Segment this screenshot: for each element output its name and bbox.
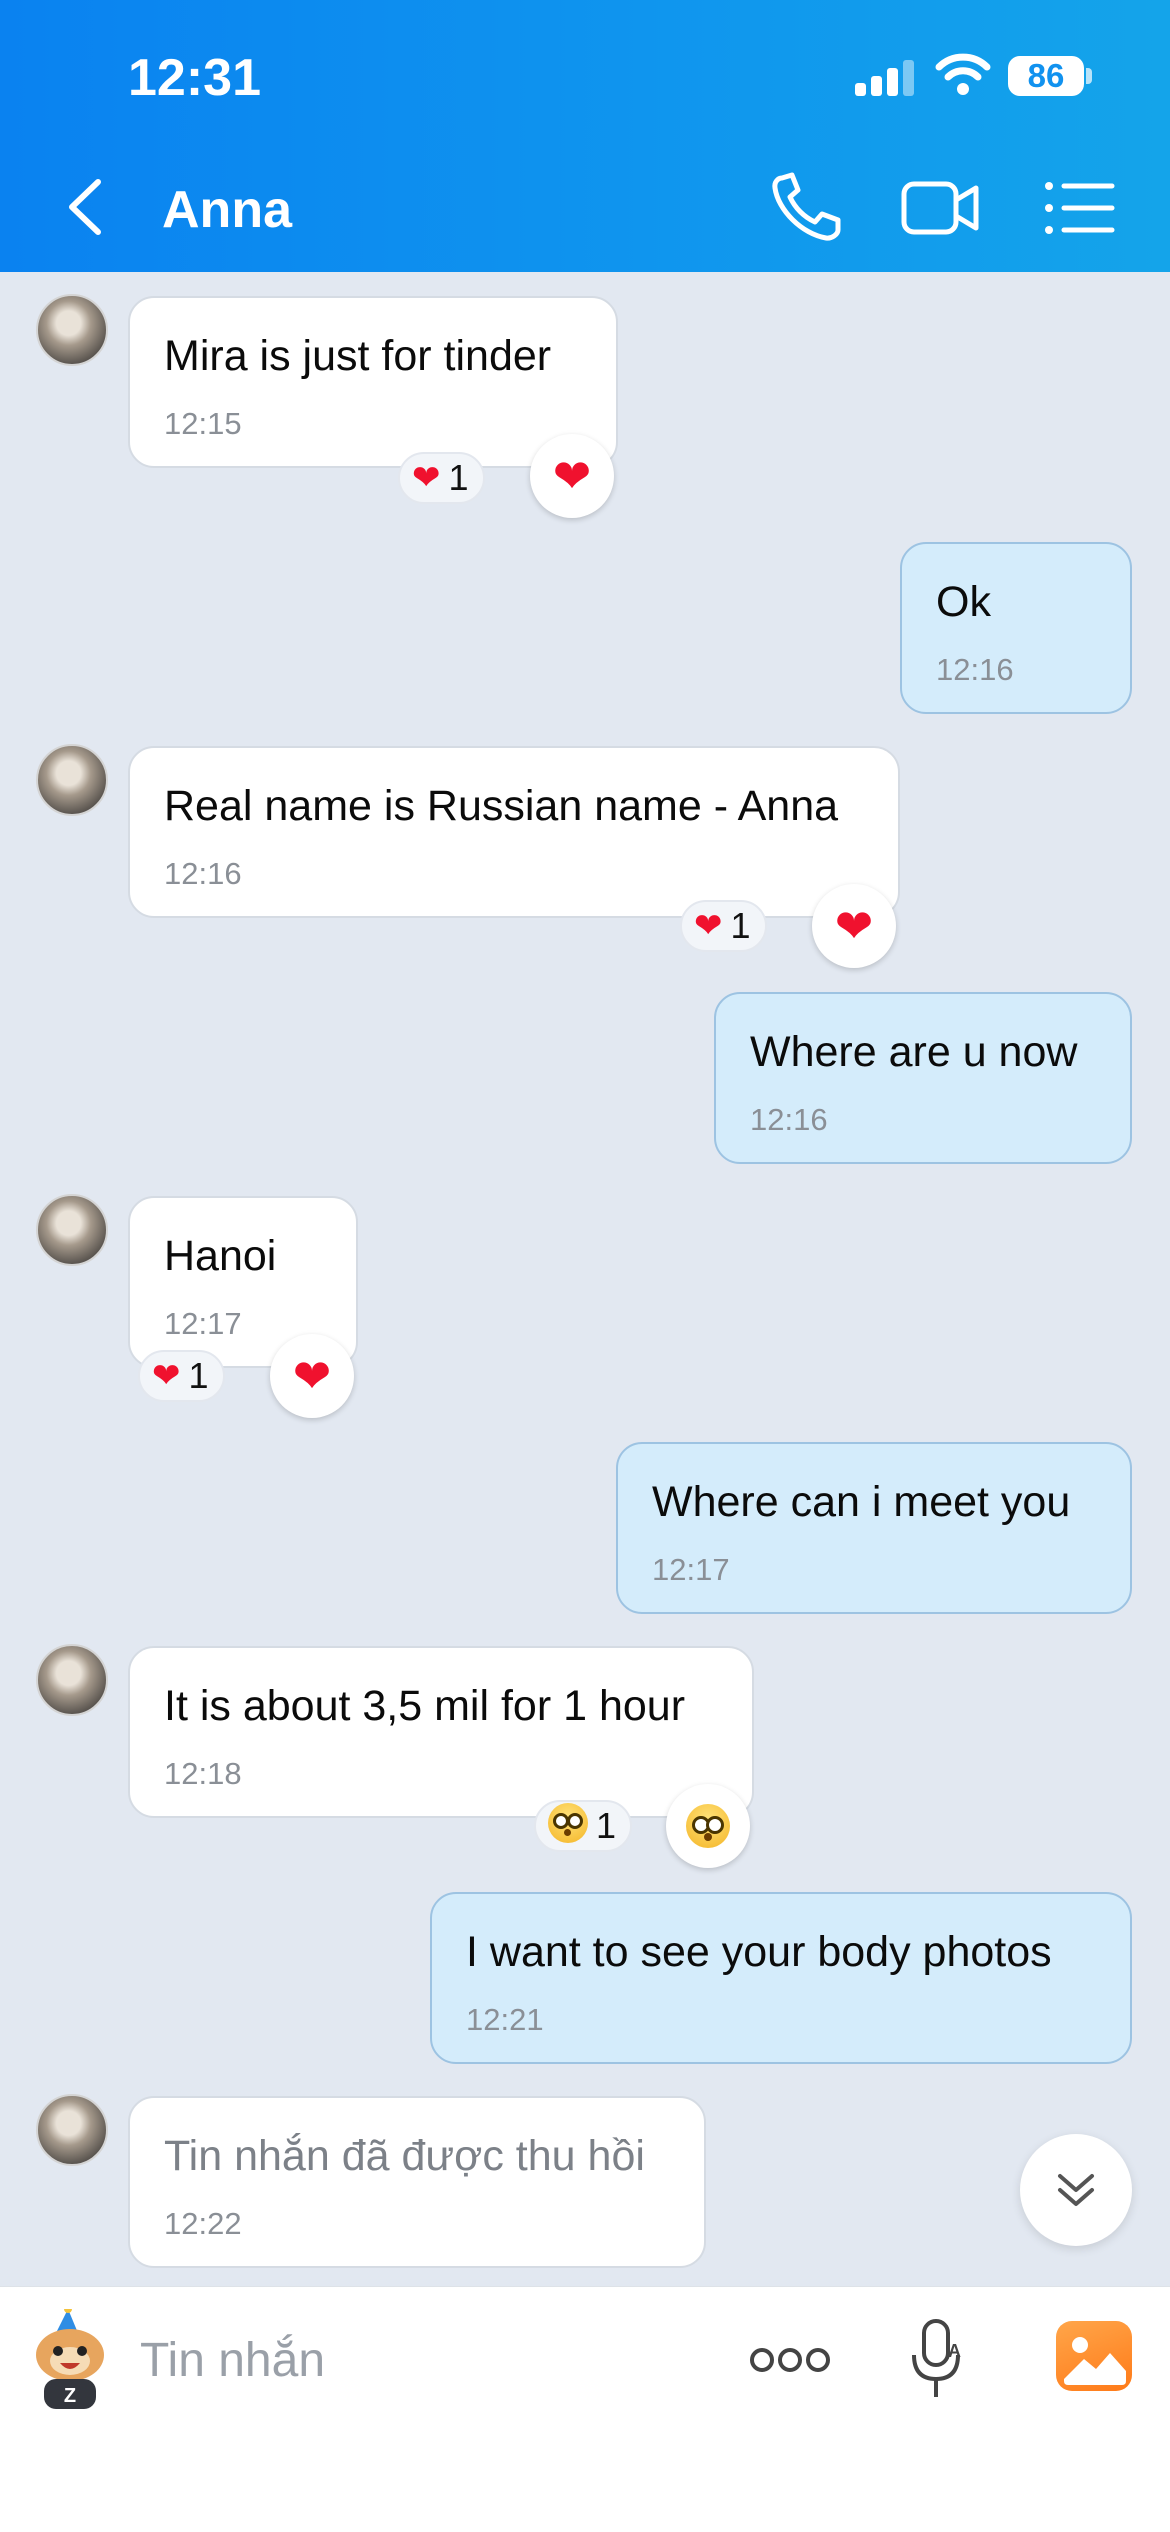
more-icon[interactable] xyxy=(748,2335,832,2385)
message-time: 12:16 xyxy=(936,652,1014,687)
message-bubble-outgoing[interactable]: Where can i meet you 12:17 xyxy=(616,1442,1132,1614)
reaction-summary[interactable]: ❤ 1 xyxy=(138,1350,225,1402)
contact-name[interactable]: Anna xyxy=(162,180,292,240)
image-button[interactable] xyxy=(1056,2321,1132,2391)
heart-icon: ❤ xyxy=(412,459,441,497)
flushed-face-icon xyxy=(548,1803,588,1849)
message-text: Ok xyxy=(936,578,991,626)
react-button[interactable]: ❤ xyxy=(270,1334,354,1418)
svg-text:A: A xyxy=(948,2341,961,2361)
message-text: Where can i meet you xyxy=(652,1478,1071,1526)
reaction-count: 1 xyxy=(730,905,751,946)
reaction-count: 1 xyxy=(448,457,469,498)
message-bubble-outgoing[interactable]: Where are u now 12:16 xyxy=(714,992,1132,1164)
message-text: I want to see your body photos xyxy=(466,1928,1052,1976)
video-call-icon[interactable] xyxy=(900,170,980,246)
contact-avatar[interactable] xyxy=(36,1194,108,1266)
flushed-face-icon xyxy=(686,1804,730,1848)
message-text: Hanoi xyxy=(164,1232,277,1280)
chevrons-down-icon xyxy=(1058,2174,1094,2206)
react-button[interactable] xyxy=(666,1784,750,1868)
heart-icon: ❤ xyxy=(694,907,723,945)
image-icon xyxy=(1064,2337,1126,2385)
contact-avatar[interactable] xyxy=(36,2094,108,2166)
message-bubble-outgoing[interactable]: Ok 12:16 xyxy=(900,542,1132,714)
message-time: 12:18 xyxy=(164,1756,242,1791)
message-bubble-incoming[interactable]: It is about 3,5 mil for 1 hour 12:18 xyxy=(128,1646,754,1818)
message-time: 12:16 xyxy=(164,856,242,891)
message-text: Mira is just for tinder xyxy=(164,332,552,380)
status-time: 12:31 xyxy=(128,49,261,107)
svg-text:Z: Z xyxy=(64,2385,76,2407)
message-time: 12:17 xyxy=(164,1306,242,1341)
message-time: 12:17 xyxy=(652,1552,730,1587)
message-bubble-recalled[interactable]: Tin nhắn đã được thu hồi 12:22 xyxy=(128,2096,706,2268)
reaction-summary[interactable]: 1 xyxy=(534,1800,633,1852)
message-time: 12:22 xyxy=(164,2206,242,2241)
battery-tip xyxy=(1086,68,1092,84)
scroll-to-bottom-button[interactable] xyxy=(1020,2134,1132,2246)
message-time: 12:16 xyxy=(750,1102,828,1137)
message-text: It is about 3,5 mil for 1 hour xyxy=(164,1682,686,1730)
wifi-icon xyxy=(935,53,991,95)
reaction-summary[interactable]: ❤ 1 xyxy=(680,900,767,952)
message-bubble-outgoing[interactable]: I want to see your body photos 12:21 xyxy=(430,1892,1132,2064)
message-time: 12:15 xyxy=(164,406,242,441)
sticker-icon[interactable]: Z xyxy=(22,2309,118,2413)
reaction-count: 1 xyxy=(188,1355,209,1396)
message-time: 12:21 xyxy=(466,2002,544,2037)
reaction-count: 1 xyxy=(596,1805,617,1846)
contact-avatar[interactable] xyxy=(36,294,108,366)
menu-list-icon[interactable] xyxy=(1040,170,1120,246)
contact-avatar[interactable] xyxy=(36,744,108,816)
message-text: Real name is Russian name - Anna xyxy=(164,782,839,830)
battery-indicator: 86 xyxy=(1008,56,1084,96)
reaction-summary[interactable]: ❤ 1 xyxy=(398,452,485,504)
contact-avatar[interactable] xyxy=(36,1644,108,1716)
phone-icon[interactable] xyxy=(768,170,848,246)
message-input[interactable] xyxy=(140,2325,700,2395)
back-icon[interactable] xyxy=(58,172,118,242)
react-button[interactable]: ❤ xyxy=(812,884,896,968)
message-input-bar: Z A xyxy=(0,2286,1170,2532)
heart-icon: ❤ xyxy=(552,450,592,502)
voice-mic-icon[interactable]: A xyxy=(908,2317,966,2403)
message-text: Where are u now xyxy=(750,1028,1078,1076)
message-bubble-incoming[interactable]: Real name is Russian name - Anna 12:16 xyxy=(128,746,900,918)
heart-icon: ❤ xyxy=(292,1350,332,1402)
react-button[interactable]: ❤ xyxy=(530,434,614,518)
message-bubble-incoming[interactable]: Mira is just for tinder 12:15 xyxy=(128,296,618,468)
signal-icon xyxy=(855,56,915,96)
heart-icon: ❤ xyxy=(834,900,874,952)
message-text: Tin nhắn đã được thu hồi xyxy=(164,2132,645,2180)
chat-header: 12:31 86 Anna xyxy=(0,0,1170,272)
heart-icon: ❤ xyxy=(152,1357,181,1395)
